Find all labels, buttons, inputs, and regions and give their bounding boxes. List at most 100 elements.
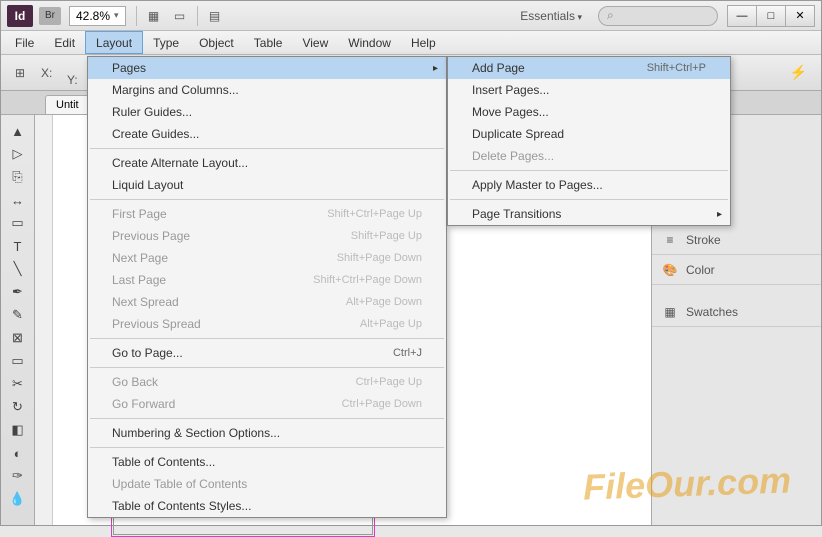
scissors-tool-icon[interactable]: ✂ [5,373,31,395]
pages-submenu-item[interactable]: Apply Master to Pages... [448,174,730,196]
title-bar: Id Br 42.8% ▦ ▭ ▤ Essentials — □ ✕ [1,1,821,31]
minimize-button[interactable]: — [727,5,757,27]
eyedropper-tool-icon[interactable]: 💧 [5,488,31,510]
menu-layout[interactable]: Layout [85,31,143,54]
close-button[interactable]: ✕ [785,5,815,27]
pages-submenu-separator [450,170,728,171]
layout-menu-item-shortcut: Ctrl+J [393,347,422,359]
gradient-swatch-tool-icon[interactable]: ◧ [5,419,31,441]
layout-menu-separator [90,338,444,339]
pages-submenu-item[interactable]: Duplicate Spread [448,123,730,145]
layout-menu-separator [90,418,444,419]
search-input[interactable] [598,6,718,26]
layout-menu-item-shortcut: Shift+Page Up [351,230,422,242]
quick-apply-icon[interactable]: ⚡ [790,64,807,81]
layout-menu-item[interactable]: Table of Contents Styles... [88,495,446,517]
layout-menu-item[interactable]: Numbering & Section Options... [88,422,446,444]
stroke-panel[interactable]: ≡Stroke [652,225,821,255]
layout-menu-item[interactable]: Create Alternate Layout... [88,152,446,174]
menu-file[interactable]: File [5,31,44,54]
menu-window[interactable]: Window [338,31,401,54]
arrange-icon[interactable]: ▤ [204,5,226,27]
layout-menu-item-label: Go to Page... [112,346,183,360]
layout-menu-item-label: Previous Page [112,229,190,243]
pencil-tool-icon[interactable]: ✎ [5,304,31,326]
color-panel[interactable]: 🎨Color [652,255,821,285]
layout-menu-item[interactable]: Table of Contents... [88,451,446,473]
page-tool-icon[interactable]: ⎘ [5,166,31,188]
pages-submenu-item-label: Insert Pages... [472,83,549,97]
layout-menu-item[interactable]: Go to Page... Ctrl+J [88,342,446,364]
rectangle-tool-icon[interactable]: ▭ [5,350,31,372]
layout-menu-item-shortcut: Ctrl+Page Down [342,398,422,410]
pages-submenu-item[interactable]: Page Transitions [448,203,730,225]
layout-menu-item-label: Liquid Layout [112,178,183,192]
pen-tool-icon[interactable]: ✒ [5,281,31,303]
gap-tool-icon[interactable]: ↔ [5,189,31,211]
separator [136,6,137,26]
layout-menu-item: First PageShift+Ctrl+Page Up [88,203,446,225]
pages-submenu-item[interactable]: Insert Pages... [448,79,730,101]
direct-selection-tool-icon[interactable]: ▷ [5,143,31,165]
layout-menu-item-label: Last Page [112,273,166,287]
document-tab[interactable]: Untit [45,95,90,114]
layout-menu-item-label: Numbering & Section Options... [112,426,280,440]
layout-menu-item-label: Go Forward [112,397,175,411]
layout-menu-item-shortcut: Ctrl+Page Up [356,376,422,388]
gradient-feather-tool-icon[interactable]: ◐ [5,442,31,464]
layout-menu-item-shortcut: Shift+Ctrl+Page Up [327,208,422,220]
screen-mode-icon[interactable]: ▭ [169,5,191,27]
layout-menu-item[interactable]: Margins and Columns... [88,79,446,101]
content-collector-icon[interactable]: ▭ [5,212,31,234]
rectangle-frame-tool-icon[interactable]: ⊠ [5,327,31,349]
layout-menu-item[interactable]: Liquid Layout [88,174,446,196]
menu-bar: FileEditLayoutTypeObjectTableViewWindowH… [1,31,821,55]
free-transform-tool-icon[interactable]: ↻ [5,396,31,418]
pages-submenu-item-shortcut: Shift+Ctrl+P [647,62,706,74]
menu-edit[interactable]: Edit [44,31,85,54]
view-options-icon[interactable]: ▦ [143,5,165,27]
type-tool-icon[interactable]: T [5,235,31,257]
swatches-panel[interactable]: ▦Swatches [652,297,821,327]
bridge-badge[interactable]: Br [39,7,61,25]
app-logo: Id [7,5,33,27]
menu-type[interactable]: Type [143,31,189,54]
swatches-label: Swatches [686,305,738,319]
layout-menu-item-label: Next Spread [112,295,179,309]
menu-table[interactable]: Table [244,31,293,54]
pages-submenu-item[interactable]: Add PageShift+Ctrl+P [448,57,730,79]
pages-submenu-item[interactable]: Move Pages... [448,101,730,123]
layout-menu-item: Previous Page Shift+Page Up [88,225,446,247]
layout-menu-item-label: Ruler Guides... [112,105,192,119]
menu-view[interactable]: View [292,31,338,54]
layout-menu-separator [90,199,444,200]
layout-menu-item: Update Table of Contents [88,473,446,495]
pages-submenu: Add PageShift+Ctrl+P Insert Pages... Move … [447,56,731,226]
layout-menu-item[interactable]: Create Guides... [88,123,446,145]
layout-menu-separator [90,447,444,448]
layout-menu: Pages Margins and Columns... Ruler Guides.… [87,56,447,518]
layout-menu-item[interactable]: Pages [88,57,446,79]
x-label: X: [41,66,52,80]
layout-menu-item-label: Previous Spread [112,317,201,331]
layout-menu-item-label: Next Page [112,251,168,265]
layout-menu-item-shortcut: Shift+Page Down [337,252,422,264]
maximize-button[interactable]: □ [756,5,786,27]
selection-tool-icon[interactable]: ▲ [5,120,31,142]
pages-submenu-item-label: Delete Pages... [472,149,554,163]
layout-menu-item-shortcut: Alt+Page Up [360,318,422,330]
pages-submenu-item-label: Apply Master to Pages... [472,178,603,192]
note-tool-icon[interactable]: ✑ [5,465,31,487]
menu-object[interactable]: Object [189,31,244,54]
layout-menu-item-label: Margins and Columns... [112,83,239,97]
layout-menu-item[interactable]: Ruler Guides... [88,101,446,123]
pages-submenu-separator [450,199,728,200]
workspace-dropdown[interactable]: Essentials [512,6,590,26]
zoom-dropdown[interactable]: 42.8% [69,6,126,26]
ref-point-icon[interactable]: ⊞ [9,62,31,84]
menu-help[interactable]: Help [401,31,446,54]
stroke-label: Stroke [686,233,721,247]
separator [197,6,198,26]
y-label: Y: [67,73,78,87]
line-tool-icon[interactable]: ╲ [5,258,31,280]
